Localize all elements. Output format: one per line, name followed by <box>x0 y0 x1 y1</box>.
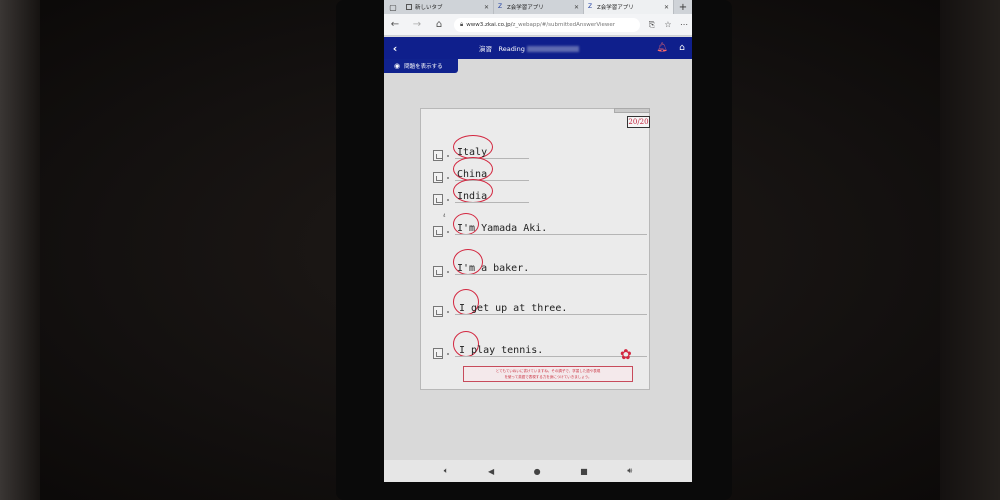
answer-line <box>455 356 647 357</box>
close-icon[interactable]: ✕ <box>484 4 489 11</box>
address-bar-row: ← → ⌂ 🔒︎ www3.zkai.co.jp/ z_webapp/#/sub… <box>384 14 692 36</box>
background-edge <box>0 0 40 500</box>
lock-icon: 🔒︎ <box>460 20 464 28</box>
background-edge <box>940 0 1000 500</box>
score-badge: 20/20 <box>627 116 650 128</box>
page-title: 演習 Reading <box>406 43 652 53</box>
home-icon[interactable]: ⌂ <box>672 43 692 53</box>
volume-up-icon[interactable]: 🔊︎ <box>627 466 632 476</box>
handwritten-answer: I play tennis. <box>459 345 544 356</box>
menu-dots-icon[interactable]: ⋯ <box>676 20 692 29</box>
answer-row: India <box>433 179 647 205</box>
browser-tab[interactable]: Z Z会学習アプリ ✕ <box>494 0 584 14</box>
bullet-dot <box>447 311 449 313</box>
back-triangle-icon[interactable]: ◀ <box>488 467 494 476</box>
home-circle-icon[interactable]: ● <box>534 467 541 476</box>
question-image-icon <box>433 172 443 183</box>
question-image-icon <box>433 150 443 161</box>
page-icon <box>406 4 412 10</box>
redacted-title <box>526 46 579 52</box>
tablet-screen: ▢ 新しいタブ ✕ Z Z会学習アプリ ✕ Z Z会学習アプリ ✕ + ← → … <box>384 0 692 482</box>
back-chevron-icon[interactable]: ‹ <box>384 42 406 55</box>
system-nav-bar: 🔈︎ ◀ ● ■ 🔊︎ <box>384 460 692 482</box>
notification-bell-icon[interactable]: 🔔︎ <box>652 43 672 53</box>
tab-label: 新しいタブ <box>415 5 443 11</box>
bullet-dot <box>447 177 449 179</box>
answer-line <box>455 314 647 315</box>
answer-row: I get up at three. <box>433 289 647 317</box>
handwritten-answer: I'm a baker. <box>457 263 530 274</box>
tab-label: Z会学習アプリ <box>597 5 634 11</box>
question-image-icon <box>433 266 443 277</box>
url-path: z_webapp/#/submittedAnswerViewer <box>512 21 616 28</box>
new-tab-button[interactable]: + <box>674 2 692 13</box>
bullet-dot <box>447 155 449 157</box>
show-question-label: 問題を表示する <box>404 64 443 70</box>
answer-sheet: 20/20 Italy China India 4 I'm Yamada Aki… <box>420 108 650 390</box>
browser-tab-active[interactable]: Z Z会学習アプリ ✕ <box>584 0 674 14</box>
zkai-icon: Z <box>588 3 593 10</box>
show-question-button[interactable]: ◉ 問題を表示する <box>384 59 458 73</box>
volume-down-icon[interactable]: 🔈︎ <box>444 466 449 476</box>
bullet-dot <box>447 199 449 201</box>
answer-row: I'm a baker. <box>433 249 647 277</box>
forward-arrow-icon[interactable]: → <box>406 19 428 30</box>
zkai-icon: Z <box>498 3 503 10</box>
bullet-dot <box>447 231 449 233</box>
favorite-star-icon[interactable]: ☆ <box>660 20 676 29</box>
tab-actions-icon[interactable]: ▢ <box>384 0 402 14</box>
app-header: ‹ 演習 Reading 🔔︎ ⌂ <box>384 37 692 59</box>
question-image-icon <box>433 306 443 317</box>
close-icon[interactable]: ✕ <box>574 4 579 11</box>
bullet-dot <box>447 353 449 355</box>
question-number-mark: 4 <box>443 213 446 218</box>
bullet-dot <box>447 271 449 273</box>
read-aloud-icon[interactable]: ⎘ <box>644 20 660 30</box>
close-icon[interactable]: ✕ <box>664 4 669 11</box>
teacher-comment-line: を使って英語で表現する力を身につけていきましょう。 <box>504 374 592 379</box>
back-arrow-icon[interactable]: ← <box>384 19 406 30</box>
recents-square-icon[interactable]: ■ <box>580 467 588 476</box>
url-host: www3.zkai.co.jp/ <box>466 21 513 28</box>
question-image-icon <box>433 226 443 237</box>
answer-line <box>455 274 647 275</box>
question-image-icon <box>433 348 443 359</box>
tab-label: Z会学習アプリ <box>507 5 544 11</box>
answer-row: 4 I'm Yamada Aki. <box>433 213 647 237</box>
answer-line <box>455 234 647 235</box>
browser-tab[interactable]: 新しいタブ ✕ <box>402 0 494 14</box>
home-icon[interactable]: ⌂ <box>428 19 450 30</box>
flower-stamp-icon: ✿ <box>620 347 632 363</box>
browser-tab-strip: ▢ 新しいタブ ✕ Z Z会学習アプリ ✕ Z Z会学習アプリ ✕ + <box>384 0 692 14</box>
eye-icon: ◉ <box>394 62 401 70</box>
answer-row: I play tennis. <box>433 331 647 359</box>
score-label-box <box>614 108 650 113</box>
handwritten-answer: I get up at three. <box>459 303 568 314</box>
teacher-comment-box: とてもていねいに書けていますね。その調子で、学習した語や表現 を使って英語で表現… <box>463 366 633 382</box>
question-image-icon <box>433 194 443 205</box>
handwritten-answer: I'm Yamada Aki. <box>457 223 548 234</box>
page-title-text: 演習 Reading <box>479 45 525 53</box>
url-field[interactable]: 🔒︎ www3.zkai.co.jp/ z_webapp/#/submitted… <box>454 17 640 32</box>
handwritten-answer: India <box>457 191 488 202</box>
answer-line <box>455 202 529 203</box>
